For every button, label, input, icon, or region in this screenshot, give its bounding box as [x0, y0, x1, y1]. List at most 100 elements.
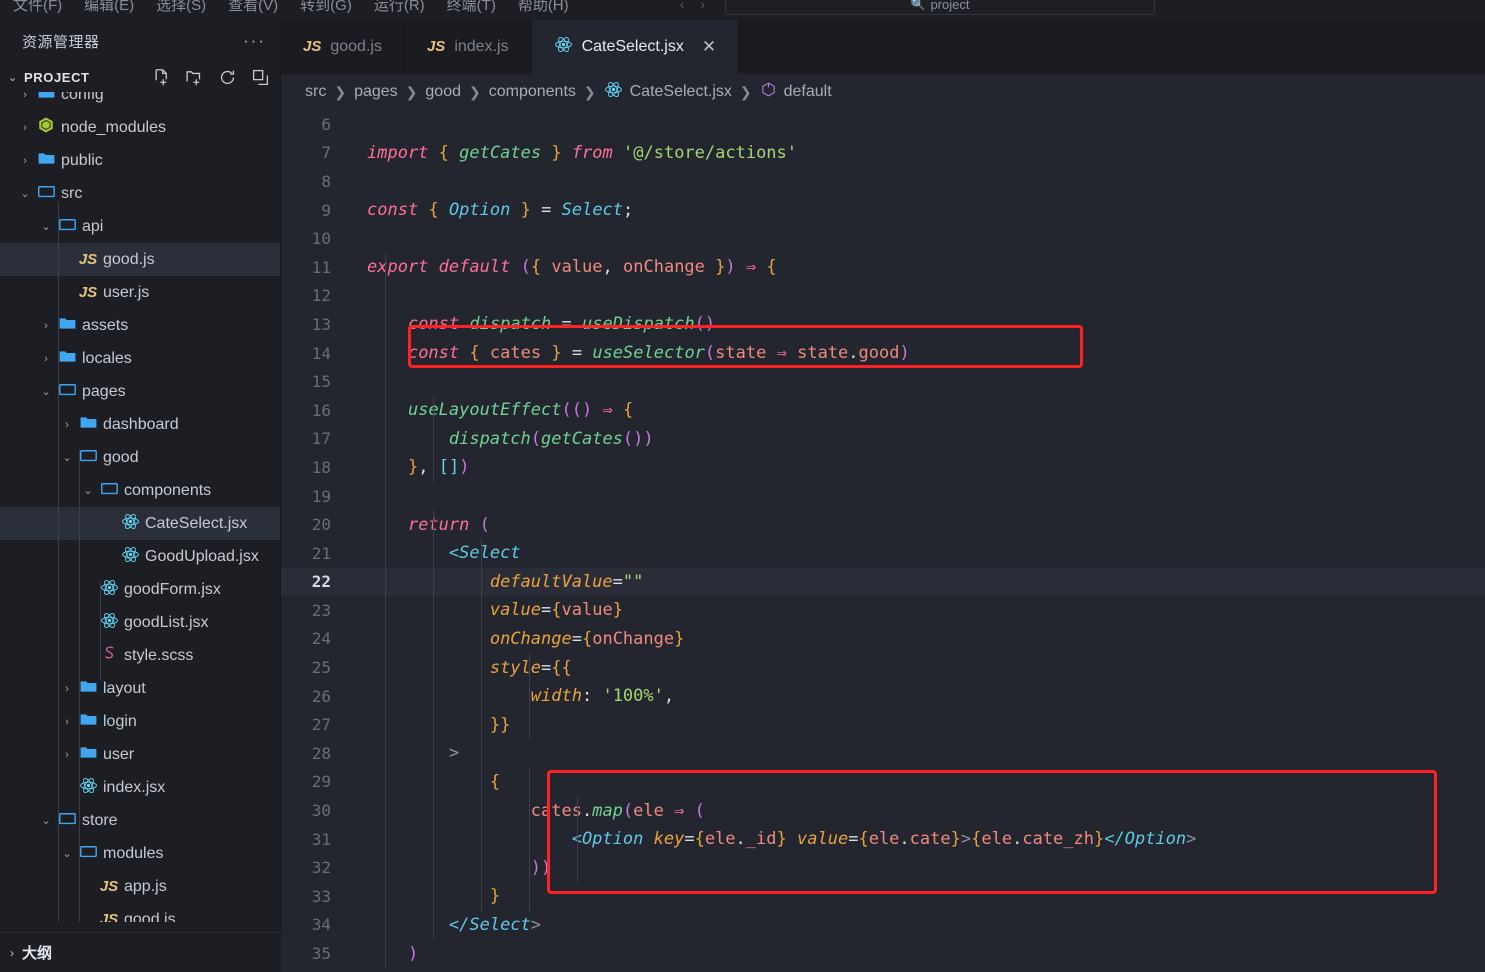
chevron-right-icon[interactable]: ›: [59, 683, 75, 695]
code-line-33[interactable]: 33 }: [281, 882, 1485, 911]
editor-tab-cateselect-jsx[interactable]: CateSelect.jsx ✕: [531, 20, 740, 75]
chevron-right-icon[interactable]: ›: [10, 946, 14, 960]
tree-item-login[interactable]: › login: [0, 705, 280, 738]
code-line-35[interactable]: 35 ): [281, 939, 1485, 968]
chevron-down-icon[interactable]: ⌄: [38, 814, 54, 827]
tree-item-good[interactable]: ⌄ good: [0, 441, 280, 474]
command-center[interactable]: 🔍 project: [724, 0, 1155, 15]
code-line-12[interactable]: 12: [281, 282, 1485, 311]
code-line-36[interactable]: 36}: [281, 968, 1485, 972]
editor-tab-index-js[interactable]: JS index.js: [405, 20, 532, 74]
file-tree[interactable]: › config › node_modules › public ⌄ src ⌄ api JS goo…: [0, 92, 280, 922]
menu-file[interactable]: 文件(F): [2, 0, 73, 18]
chevron-down-icon[interactable]: ⌄: [38, 385, 54, 398]
code-line-10[interactable]: 10: [281, 224, 1485, 253]
refresh-icon[interactable]: [218, 68, 237, 87]
chevron-right-icon[interactable]: ›: [59, 716, 75, 728]
menu-bar[interactable]: 文件(F) 编辑(E) 选择(S) 查看(V) 转到(G) 运行(R) 终端(T…: [2, 0, 580, 18]
navigation-arrows[interactable]: ‹ ›: [680, 0, 705, 12]
menu-terminal[interactable]: 终端(T): [436, 0, 507, 18]
editor-tab-bar[interactable]: JS good.js JS index.js CateSelect.jsx ✕: [281, 20, 1485, 75]
code-line-27[interactable]: 27 }}: [281, 710, 1485, 739]
chevron-right-icon[interactable]: ›: [17, 155, 33, 167]
outline-section-header[interactable]: › 大纲: [0, 932, 281, 972]
chevron-right-icon[interactable]: ›: [59, 749, 75, 761]
menu-view[interactable]: 查看(V): [217, 0, 289, 18]
menu-run[interactable]: 运行(R): [363, 0, 436, 18]
chevron-right-icon[interactable]: ›: [17, 92, 33, 101]
code-line-17[interactable]: 17 dispatch(getCates()): [281, 425, 1485, 454]
tree-item-config[interactable]: › config: [0, 92, 280, 111]
go-forward-icon[interactable]: ›: [700, 0, 705, 12]
new-file-icon[interactable]: [152, 68, 171, 87]
tree-item-user[interactable]: › user: [0, 738, 280, 771]
tree-item-goodupload-jsx[interactable]: GoodUpload.jsx: [0, 540, 280, 573]
code-editor[interactable]: 6 7 import { getCates } from '@/store/acti…: [281, 110, 1485, 972]
breadcrumb-item-components[interactable]: components: [489, 83, 576, 101]
code-line-29[interactable]: 29 {: [281, 768, 1485, 797]
code-line-22[interactable]: 22 defaultValue="": [281, 567, 1485, 597]
code-line-30[interactable]: 30 cates.map(ele ⇒ (: [281, 796, 1485, 825]
code-line-21[interactable]: 21 <Select: [281, 539, 1485, 568]
code-line-14[interactable]: 14 const { cates } = useSelector(state ⇒…: [281, 339, 1485, 368]
tree-item-node-modules[interactable]: › node_modules: [0, 111, 280, 144]
chevron-down-icon[interactable]: ⌄: [17, 187, 33, 200]
tree-item-pages[interactable]: ⌄ pages: [0, 375, 280, 408]
close-icon[interactable]: ✕: [702, 37, 716, 57]
breadcrumb-item-pages[interactable]: pages: [354, 83, 398, 101]
tree-item-store[interactable]: ⌄ store: [0, 804, 280, 837]
code-line-7[interactable]: 7 import { getCates } from '@/store/actio…: [281, 139, 1485, 168]
project-section-header[interactable]: ⌄ PROJECT: [0, 62, 280, 92]
collapse-all-icon[interactable]: [251, 68, 270, 87]
chevron-down-icon[interactable]: ⌄: [59, 451, 75, 464]
tree-item-cateselect-jsx[interactable]: CateSelect.jsx: [0, 507, 280, 540]
code-line-19[interactable]: 19: [281, 482, 1485, 511]
code-line-31[interactable]: 31 <Option key={ele._id} value={ele.cate…: [281, 825, 1485, 854]
code-line-32[interactable]: 32 )): [281, 853, 1485, 882]
code-line-34[interactable]: 34 </Select>: [281, 911, 1485, 940]
breadcrumb-item-default[interactable]: default: [760, 81, 832, 103]
code-line-15[interactable]: 15: [281, 367, 1485, 396]
code-line-9[interactable]: 9 const { Option } = Select;: [281, 196, 1485, 225]
tree-item-layout[interactable]: › layout: [0, 672, 280, 705]
chevron-down-icon[interactable]: ⌄: [8, 71, 24, 84]
new-folder-icon[interactable]: [185, 68, 204, 87]
menu-select[interactable]: 选择(S): [145, 0, 217, 18]
tree-item-dashboard[interactable]: › dashboard: [0, 408, 280, 441]
tree-item-style-scss[interactable]: style.scss: [0, 639, 280, 672]
code-line-16[interactable]: 16 useLayoutEffect(() ⇒ {: [281, 396, 1485, 425]
chevron-right-icon[interactable]: ›: [17, 122, 33, 134]
breadcrumb-item-good[interactable]: good: [425, 83, 461, 101]
chevron-right-icon[interactable]: ›: [38, 353, 54, 365]
editor-tab-good-js[interactable]: JS good.js: [281, 20, 405, 74]
code-line-20[interactable]: 20 return (: [281, 510, 1485, 539]
menu-go[interactable]: 转到(G): [289, 0, 363, 18]
code-line-26[interactable]: 26 width: '100%',: [281, 682, 1485, 711]
tree-item-goodlist-jsx[interactable]: goodList.jsx: [0, 606, 280, 639]
code-line-18[interactable]: 18 }, []): [281, 453, 1485, 482]
code-line-13[interactable]: 13 const dispatch = useDispatch(): [281, 310, 1485, 339]
code-line-6[interactable]: 6: [281, 110, 1485, 139]
breadcrumb[interactable]: src ❯ pages ❯ good ❯ components ❯ CateSelect.jsx…: [281, 74, 1485, 110]
code-line-28[interactable]: 28 >: [281, 739, 1485, 768]
chevron-right-icon[interactable]: ›: [59, 419, 75, 431]
code-line-25[interactable]: 25 style={{: [281, 653, 1485, 682]
chevron-right-icon[interactable]: ›: [38, 320, 54, 332]
chevron-down-icon[interactable]: ⌄: [59, 847, 75, 860]
tree-item-good-js[interactable]: JS good.js: [0, 243, 280, 276]
tree-item-locales[interactable]: › locales: [0, 342, 280, 375]
more-actions-icon[interactable]: ···: [243, 31, 266, 51]
tree-item-user-js[interactable]: JS user.js: [0, 276, 280, 309]
tree-item-public[interactable]: › public: [0, 144, 280, 177]
chevron-down-icon[interactable]: ⌄: [80, 484, 96, 497]
go-back-icon[interactable]: ‹: [680, 0, 685, 12]
menu-help[interactable]: 帮助(H): [507, 0, 580, 18]
tree-item-app-js[interactable]: JS app.js: [0, 870, 280, 903]
tree-item-good-js[interactable]: JS good.js: [0, 903, 280, 923]
code-line-23[interactable]: 23 value={value}: [281, 596, 1485, 625]
tree-item-goodform-jsx[interactable]: goodForm.jsx: [0, 573, 280, 606]
code-line-24[interactable]: 24 onChange={onChange}: [281, 625, 1485, 654]
breadcrumb-item-src[interactable]: src: [305, 83, 326, 101]
tree-item-components[interactable]: ⌄ components: [0, 474, 280, 507]
menu-edit[interactable]: 编辑(E): [73, 0, 145, 18]
